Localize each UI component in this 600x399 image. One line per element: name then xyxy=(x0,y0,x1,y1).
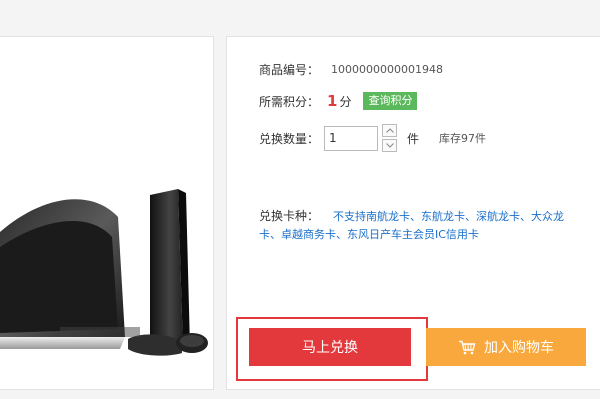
card-separator: 、 xyxy=(465,210,477,223)
chevron-up-icon xyxy=(385,128,394,133)
cards-label: 兑换卡种： xyxy=(259,209,320,223)
sku-row: 商品编号： 1000000000001948 xyxy=(259,61,443,78)
points-value: 1 xyxy=(327,92,338,110)
add-to-cart-button[interactable]: 加入购物车 xyxy=(426,328,586,366)
quantity-stepper xyxy=(382,124,398,152)
stock-text: 库存97件 xyxy=(439,132,487,145)
add-to-cart-label: 加入购物车 xyxy=(484,340,554,356)
product-image-panel xyxy=(0,36,214,390)
card-separator: 、 xyxy=(410,210,422,223)
quantity-unit: 件 xyxy=(407,131,420,146)
product-image xyxy=(0,189,208,356)
quantity-label: 兑换数量： xyxy=(259,131,320,146)
points-label: 所需积分： xyxy=(259,94,320,109)
card-type-link[interactable]: 东航龙卡 xyxy=(421,210,465,223)
quantity-row: 兑换数量： 件 库存97件 xyxy=(259,124,486,152)
card-type-link[interactable]: 东风日产车主会员IC信用卡 xyxy=(347,228,479,241)
quantity-decrement-button[interactable] xyxy=(382,139,398,152)
chevron-down-icon xyxy=(385,143,394,148)
sku-label: 商品编号： xyxy=(259,63,320,77)
redeem-now-button[interactable]: 马上兑换 xyxy=(249,328,411,366)
query-points-button[interactable]: 查询积分 xyxy=(363,92,418,110)
card-separator: 、 xyxy=(520,210,532,223)
card-type-link[interactable]: 卓越商务卡 xyxy=(281,228,336,241)
card-types: 兑换卡种： 不支持南航龙卡、东航龙卡、深航龙卡、大众龙卡、卓越商务卡、东风日产车主… xyxy=(259,207,579,244)
card-type-link[interactable]: 不支持南航龙卡 xyxy=(333,210,410,223)
card-separator: 、 xyxy=(336,228,347,241)
card-separator: 、 xyxy=(270,228,281,241)
shopping-cart-icon xyxy=(458,340,476,355)
points-row: 所需积分： 1 分 查询积分 xyxy=(259,92,418,110)
points-unit: 分 xyxy=(339,94,352,109)
quantity-increment-button[interactable] xyxy=(382,124,398,137)
card-type-link[interactable]: 深航龙卡 xyxy=(476,210,520,223)
sku-value: 1000000000001948 xyxy=(331,63,443,76)
quantity-input[interactable] xyxy=(324,125,379,151)
